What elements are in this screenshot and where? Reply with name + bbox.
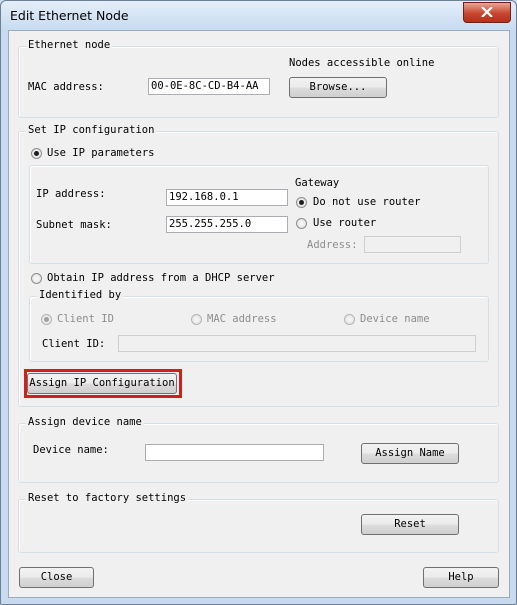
window-title: Edit Ethernet Node <box>10 8 129 23</box>
mac-address-label: MAC address: <box>28 81 104 93</box>
use-router-label[interactable]: Use router <box>313 217 376 229</box>
device-name-label: Device name: <box>33 444 109 456</box>
client-id-radio[interactable] <box>41 314 52 325</box>
identified-by-legend: Identified by <box>37 289 124 301</box>
do-not-use-router-label[interactable]: Do not use router <box>313 196 420 208</box>
assign-name-button[interactable]: Assign Name <box>361 443 459 464</box>
ip-address-label: IP address: <box>36 188 106 200</box>
nodes-online-label: Nodes accessible online <box>289 57 435 69</box>
close-x-icon <box>481 7 493 17</box>
device-name-option-label: Device name <box>360 313 430 325</box>
identified-by-group: Identified by <box>29 289 489 362</box>
dhcp-radio[interactable] <box>31 273 42 284</box>
subnet-mask-label: Subnet mask: <box>36 219 112 231</box>
title-bar[interactable]: Edit Ethernet Node <box>1 1 516 31</box>
assign-device-name-legend: Assign device name <box>26 416 144 428</box>
factory-reset-legend: Reset to factory settings <box>26 492 189 504</box>
router-address-label: Address: <box>307 239 358 251</box>
close-button[interactable]: Close <box>19 567 94 588</box>
mac-address-field[interactable]: 00-0E-8C-CD-B4-AA <box>148 78 270 95</box>
router-address-field[interactable] <box>364 236 461 253</box>
device-name-radio[interactable] <box>344 314 355 325</box>
highlight-box <box>24 369 182 398</box>
use-router-radio[interactable] <box>296 218 307 229</box>
browse-button[interactable]: Browse... <box>289 77 387 98</box>
mac-address-radio[interactable] <box>191 314 202 325</box>
ethernet-node-legend: Ethernet node <box>26 39 113 51</box>
ip-address-field[interactable]: 192.168.0.1 <box>166 189 288 206</box>
client-id-option-label: Client ID <box>57 313 114 325</box>
client-id-label: Client ID: <box>42 338 106 350</box>
client-id-field[interactable] <box>118 335 476 352</box>
device-name-field[interactable] <box>145 444 324 461</box>
help-button[interactable]: Help <box>423 567 499 588</box>
dhcp-label[interactable]: Obtain IP address from a DHCP server <box>47 272 275 284</box>
reset-button[interactable]: Reset <box>361 514 459 535</box>
window-close-button[interactable] <box>463 2 511 23</box>
mac-address-option-label: MAC address <box>207 313 277 325</box>
gateway-label: Gateway <box>295 177 340 189</box>
ip-configuration-legend: Set IP configuration <box>26 124 157 136</box>
use-ip-parameters-radio[interactable] <box>31 148 42 159</box>
do-not-use-router-radio[interactable] <box>296 197 307 208</box>
subnet-mask-field[interactable]: 255.255.255.0 <box>166 216 288 233</box>
use-ip-parameters-label[interactable]: Use IP parameters <box>47 147 154 159</box>
